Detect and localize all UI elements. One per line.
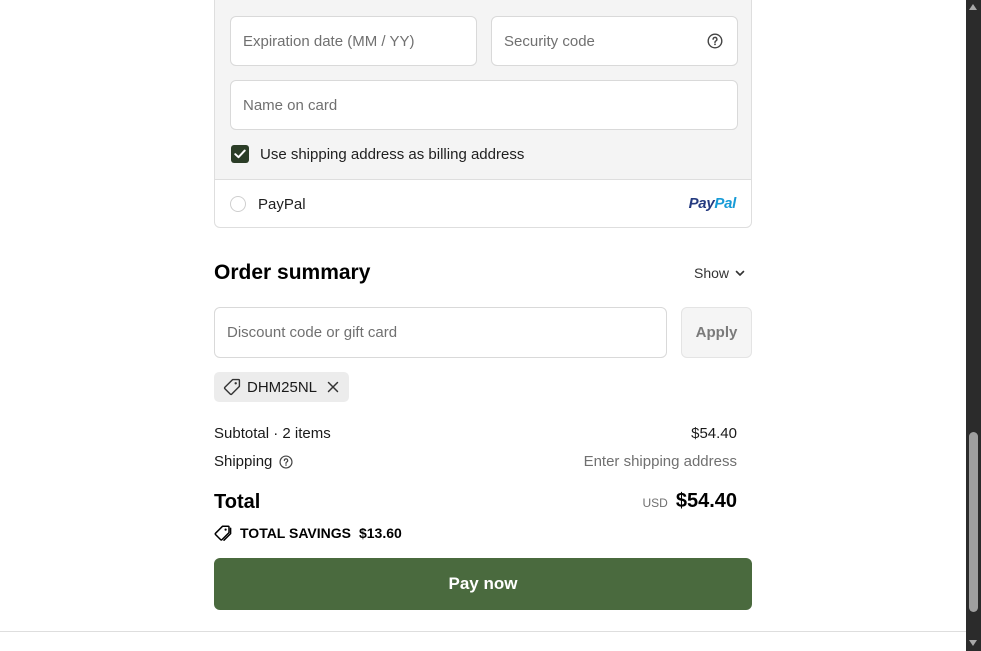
- chevron-down-icon: [735, 270, 745, 276]
- security-code-placeholder: Security code: [504, 32, 595, 50]
- vertical-scrollbar[interactable]: [966, 0, 981, 651]
- card-payment-section: Expiration date (MM / YY) Security code …: [214, 0, 752, 228]
- order-summary-title: Order summary: [214, 261, 371, 284]
- subtotal-label: Subtotal · 2 items: [214, 425, 331, 442]
- question-circle-icon[interactable]: [707, 33, 723, 49]
- shipping-row: Shipping: [214, 453, 293, 470]
- savings-value: $13.60: [358, 525, 402, 541]
- card-fields-panel: Expiration date (MM / YY) Security code …: [215, 0, 751, 180]
- total-label: Total: [214, 491, 261, 513]
- checkout-page: Expiration date (MM / YY) Security code …: [0, 0, 966, 651]
- applied-discount-chip: DHM25NL: [214, 372, 349, 402]
- checkmark-icon: [234, 149, 246, 159]
- footer-divider: [0, 631, 966, 632]
- remove-code-icon[interactable]: [327, 381, 339, 393]
- show-label: Show: [694, 265, 730, 281]
- tags-icon: [214, 525, 232, 541]
- billing-checkbox[interactable]: [231, 145, 249, 163]
- scroll-down-arrow-icon[interactable]: [969, 640, 977, 646]
- billing-address-option[interactable]: Use shipping address as billing address: [231, 145, 524, 163]
- applied-code: DHM25NL: [247, 378, 318, 396]
- security-code-field[interactable]: Security code: [491, 16, 738, 66]
- discount-placeholder: Discount code or gift card: [227, 324, 398, 341]
- expiration-date-placeholder: Expiration date (MM / YY): [243, 32, 415, 50]
- expiration-date-field[interactable]: Expiration date (MM / YY): [230, 16, 477, 66]
- scroll-up-arrow-icon[interactable]: [969, 4, 977, 10]
- billing-checkbox-label: Use shipping address as billing address: [260, 145, 525, 163]
- question-circle-icon[interactable]: [279, 454, 293, 469]
- name-on-card-field[interactable]: Name on card: [230, 80, 738, 130]
- paypal-radio[interactable]: [230, 196, 246, 212]
- savings-label: TOTAL SAVINGS: [240, 525, 351, 541]
- paypal-label: PayPal: [258, 195, 306, 213]
- shipping-value: Enter shipping address: [583, 453, 737, 470]
- total-amount: $54.40: [675, 490, 737, 512]
- show-summary-toggle[interactable]: Show: [694, 265, 745, 281]
- paypal-option[interactable]: PayPal PayPal: [215, 179, 751, 227]
- pay-now-button[interactable]: Pay now: [214, 558, 752, 610]
- total-value-group: USD $54.40: [642, 490, 737, 513]
- name-on-card-placeholder: Name on card: [243, 96, 338, 114]
- tag-icon: [223, 378, 241, 396]
- shipping-label: Shipping: [214, 453, 273, 470]
- subtotal-value: $54.40: [691, 425, 737, 442]
- total-savings: TOTAL SAVINGS $13.60: [214, 524, 402, 542]
- discount-code-input[interactable]: Discount code or gift card: [214, 307, 667, 358]
- currency-code: USD: [642, 496, 668, 510]
- scroll-thumb[interactable]: [969, 432, 978, 612]
- paypal-logo: PayPal: [688, 195, 737, 212]
- apply-button[interactable]: Apply: [681, 307, 752, 358]
